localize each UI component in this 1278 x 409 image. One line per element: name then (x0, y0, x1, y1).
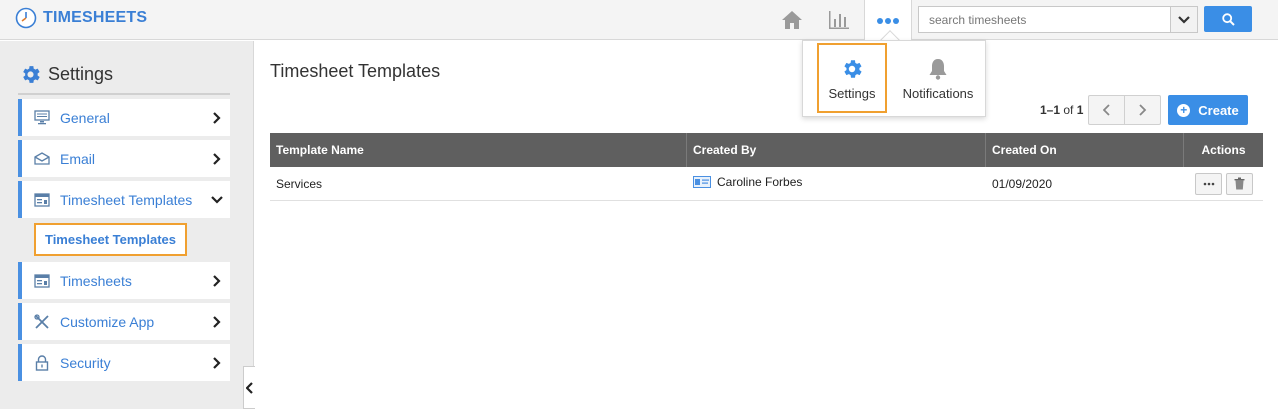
clock-icon (15, 7, 37, 29)
column-header-created-by[interactable]: Created By (687, 133, 986, 167)
column-header-template-name[interactable]: Template Name (270, 133, 687, 167)
dropdown-item-label: Settings (828, 85, 876, 101)
dropdown-item-settings[interactable]: Settings (817, 43, 887, 113)
gear-icon (840, 56, 864, 82)
cell-created-by: Caroline Forbes (687, 167, 986, 200)
sidebar-item-email[interactable]: Email (18, 140, 230, 177)
sidebar-divider (18, 93, 230, 95)
chevron-right-icon (210, 111, 224, 125)
sidebar: Settings General Email Timesheet Templat… (0, 41, 254, 409)
sidebar-item-timesheet-templates[interactable]: Timesheet Templates (18, 181, 230, 218)
home-button[interactable] (770, 0, 814, 40)
column-header-created-on[interactable]: Created On (986, 133, 1184, 167)
sidebar-item-label: Email (60, 150, 96, 167)
chevron-right-icon (210, 356, 224, 370)
chevron-left-icon (1102, 104, 1110, 116)
sidebar-item-label: Customize App (60, 313, 155, 330)
more-dots-icon (877, 17, 899, 24)
plus-circle-icon: + (1177, 103, 1191, 117)
sidebar-title: Settings (48, 64, 114, 84)
sidebar-collapse-button[interactable] (243, 366, 255, 409)
table-row[interactable]: Services Caroline Forbes 01/09/2020 (270, 167, 1263, 201)
sidebar-subitem-timesheet-templates[interactable]: Timesheet Templates (34, 223, 187, 256)
user-card-icon (693, 175, 711, 188)
search-input[interactable] (919, 7, 1170, 32)
pager-info: 1–1 of 1 (1040, 103, 1083, 117)
more-dots-icon (1203, 182, 1214, 185)
chevron-right-icon (210, 315, 224, 329)
reports-button[interactable] (817, 0, 861, 40)
dropdown-item-label: Notifications (902, 85, 974, 101)
trash-icon (1234, 177, 1245, 190)
pager-range: 1–1 (1040, 103, 1061, 117)
page-title: Timesheet Templates (270, 61, 441, 81)
creator-name: Caroline Forbes (717, 174, 803, 189)
sidebar-item-customize-app[interactable]: Customize App (18, 303, 230, 340)
template-icon (33, 191, 51, 209)
chevron-right-icon (210, 152, 224, 166)
sidebar-item-label: General (60, 109, 110, 126)
app-brand[interactable]: TIMESHEETS (15, 7, 147, 29)
cell-template-name[interactable]: Services (270, 167, 687, 200)
create-button[interactable]: + Create (1168, 95, 1248, 125)
column-header-actions: Actions (1201, 143, 1246, 157)
sidebar-item-label: Timesheets (60, 272, 132, 289)
templates-table: Template Name Created By Created On Acti… (270, 133, 1263, 201)
sidebar-header: Settings (19, 63, 113, 86)
chevron-down-icon (1178, 15, 1190, 24)
sidebar-item-label: Security (60, 354, 111, 371)
row-delete-button[interactable] (1226, 172, 1253, 195)
gear-icon (23, 66, 40, 83)
timesheet-icon (33, 272, 51, 290)
sidebar-item-general[interactable]: General (18, 99, 230, 136)
table-header: Template Name Created By Created On Acti… (270, 133, 1263, 167)
cell-actions (1184, 167, 1263, 200)
bell-icon (927, 56, 949, 82)
envelope-icon (33, 150, 51, 168)
tools-icon (33, 313, 51, 331)
chevron-left-icon (245, 381, 253, 394)
pager-total: 1 (1076, 103, 1084, 117)
chevron-right-icon (1138, 104, 1146, 116)
chevron-right-icon (210, 274, 224, 288)
monitor-icon (33, 109, 51, 127)
search-button[interactable] (1204, 6, 1252, 32)
pager-of: of (1063, 103, 1074, 117)
cell-created-on: 01/09/2020 (992, 176, 1053, 191)
search-dropdown-button[interactable] (1170, 7, 1197, 32)
bar-chart-icon (829, 11, 849, 29)
dropdown-item-notifications[interactable]: Notifications (897, 43, 979, 113)
home-icon (782, 11, 802, 29)
chevron-down-icon (210, 193, 224, 207)
app-title: TIMESHEETS (43, 9, 148, 26)
next-page-button[interactable] (1124, 95, 1161, 125)
prev-page-button[interactable] (1088, 95, 1125, 125)
top-bar: TIMESHEETS (0, 0, 1278, 41)
search-box (918, 6, 1198, 33)
search-icon (1221, 12, 1235, 26)
row-more-button[interactable] (1195, 172, 1222, 195)
more-dropdown: Settings Notifications (802, 40, 986, 117)
create-label: Create (1198, 102, 1239, 118)
sidebar-item-label: Timesheet Templates (60, 191, 193, 208)
lock-icon (33, 354, 51, 372)
sidebar-item-security[interactable]: Security (18, 344, 230, 381)
sidebar-item-timesheets[interactable]: Timesheets (18, 262, 230, 299)
